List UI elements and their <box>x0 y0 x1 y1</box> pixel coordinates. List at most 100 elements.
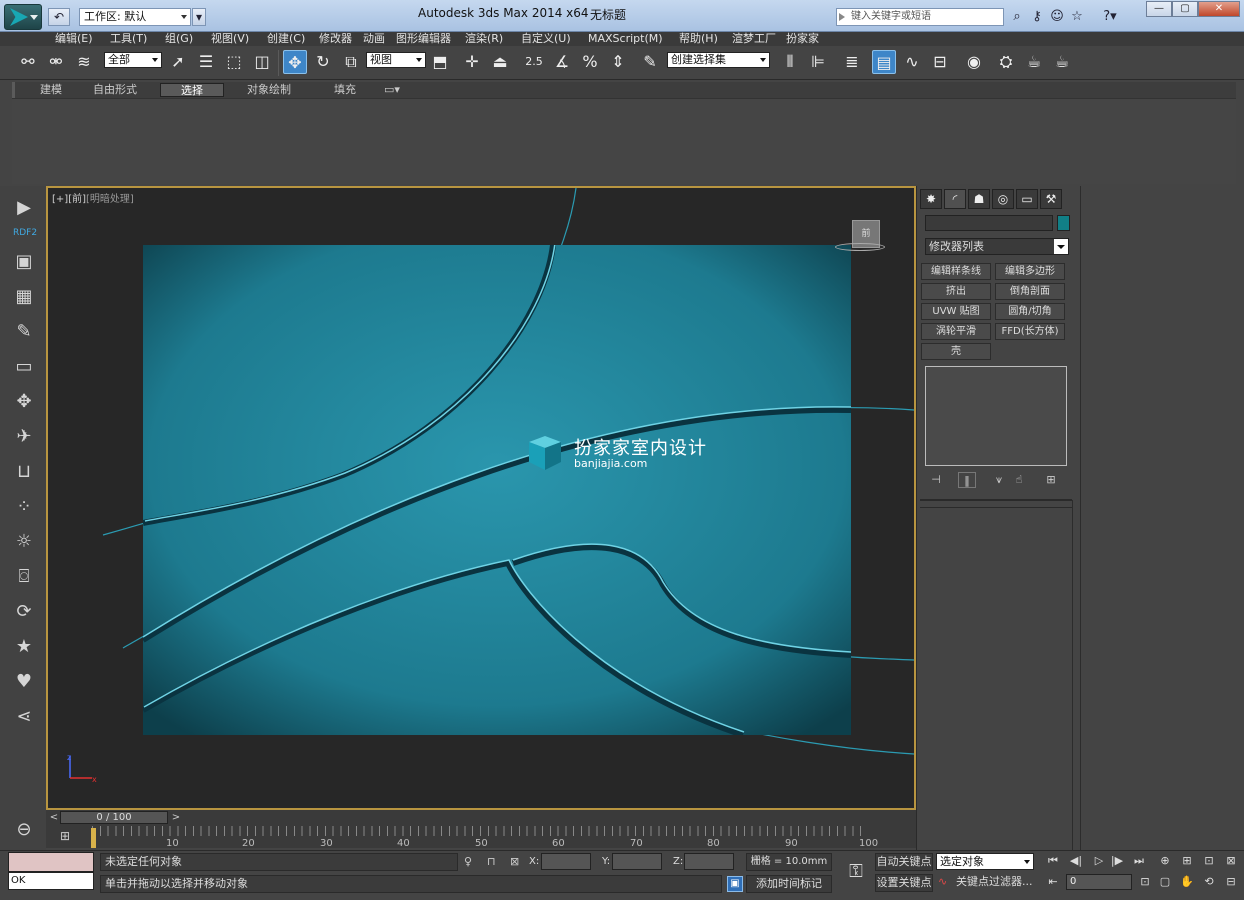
menu-animation[interactable]: 动画 <box>363 32 385 46</box>
turbosmooth-button[interactable]: 涡轮平滑 <box>921 323 991 340</box>
snap-toggle-icon[interactable]: 2.5 <box>522 50 546 74</box>
y-coordinate-field[interactable] <box>612 853 662 870</box>
rendered-frame-icon[interactable]: ☕ <box>1022 50 1046 74</box>
toggle-ribbon-icon[interactable]: ▤ <box>872 50 896 74</box>
plane-icon[interactable]: ✈ <box>12 425 36 449</box>
maximize-button[interactable]: ▢ <box>1172 1 1198 17</box>
select-by-name-icon[interactable]: ☰ <box>194 50 218 74</box>
zoom-extents-all-icon[interactable]: ⊠ <box>1222 853 1240 869</box>
time-tag-icon[interactable]: ▣ <box>727 876 743 892</box>
configure-sets-icon[interactable]: ⊞ <box>1042 472 1060 488</box>
back-icon[interactable]: ⊖ <box>12 818 36 842</box>
fillet-chamfer-button[interactable]: 圆角/切角 <box>995 303 1065 320</box>
curve-editor-icon[interactable]: ∿ <box>900 50 924 74</box>
undo-button[interactable]: ↶ <box>48 8 70 26</box>
zoom-all-icon[interactable]: ⊞ <box>1178 853 1196 869</box>
next-frame-icon[interactable]: |▶ <box>1108 853 1126 869</box>
menu-tools[interactable]: 工具(T) <box>110 32 147 46</box>
key-selection-dropdown[interactable]: 选定对象 <box>936 853 1034 870</box>
maxscript-listener-input[interactable] <box>8 852 94 872</box>
menu-rendering[interactable]: 渲染(R) <box>465 32 503 46</box>
prev-frame-icon[interactable]: ◀| <box>1067 853 1085 869</box>
display-tab-icon[interactable]: ▭ <box>1016 189 1038 209</box>
share-icon[interactable]: ⋖ <box>12 705 36 729</box>
image-icon[interactable]: ▣ <box>12 250 36 274</box>
star-icon[interactable]: ☆ <box>1068 9 1086 25</box>
goto-end-icon[interactable]: ⏭ <box>1130 853 1148 869</box>
menu-maxscript[interactable]: MAXScript(M) <box>588 32 663 46</box>
create-tab-icon[interactable]: ✸ <box>920 189 942 209</box>
render-production-icon[interactable]: ☕ <box>1050 50 1074 74</box>
uvw-map-button[interactable]: UVW 贴图 <box>921 303 991 320</box>
menu-group[interactable]: 组(G) <box>165 32 193 46</box>
select-and-rotate-icon[interactable]: ↻ <box>311 50 335 74</box>
set-key-button[interactable]: 设置关键点 <box>875 874 933 892</box>
maxscript-listener-output[interactable]: OK <box>8 872 94 890</box>
refresh-icon[interactable]: ⟳ <box>12 600 36 624</box>
tab-modeling[interactable]: 建模 <box>22 83 80 97</box>
maximize-viewport-icon[interactable]: ⊟ <box>1222 874 1240 890</box>
menu-graph-editors[interactable]: 图形编辑器 <box>396 32 451 46</box>
spinner-snap-icon[interactable]: ⇕ <box>606 50 630 74</box>
absolute-mode-icon[interactable]: ⊠ <box>510 855 524 869</box>
bevel-profile-button[interactable]: 倒角剖面 <box>995 283 1065 300</box>
make-unique-icon[interactable]: ⩛ <box>990 472 1008 488</box>
pan-view-icon[interactable]: ✋ <box>1178 874 1196 890</box>
edit-spline-button[interactable]: 编辑样条线 <box>921 263 991 280</box>
menu-views[interactable]: 视图(V) <box>211 32 249 46</box>
move-icon[interactable]: ✥ <box>12 390 36 414</box>
utilities-tab-icon[interactable]: ⚒ <box>1040 189 1062 209</box>
current-frame-field[interactable]: 0 <box>1066 874 1132 890</box>
percent-snap-icon[interactable]: % <box>578 50 602 74</box>
workspace-dropdown[interactable]: 工作区: 默认 <box>79 8 191 26</box>
extrude-button[interactable]: 挤出 <box>921 283 991 300</box>
key-filters-button[interactable]: ∿ 关键点过滤器... <box>936 874 1036 892</box>
pivot-center-icon[interactable]: ⬒ <box>428 50 452 74</box>
motion-tab-icon[interactable]: ◎ <box>992 189 1014 209</box>
select-and-scale-icon[interactable]: ⧉ <box>339 50 363 74</box>
layer-manager-icon[interactable]: ≣ <box>840 50 864 74</box>
play-icon[interactable]: ▷ <box>1090 853 1108 869</box>
ribbon-options-icon[interactable]: ▭▾ <box>380 83 404 97</box>
edit-named-selection-icon[interactable]: ✎ <box>638 50 662 74</box>
application-menu-button[interactable] <box>4 4 42 30</box>
menu-render-factory[interactable]: 渲梦工厂 <box>732 32 776 46</box>
modify-tab-icon[interactable]: ◜ <box>944 189 966 209</box>
zoom-extents-icon[interactable]: ⊡ <box>1200 853 1218 869</box>
selection-filter-dropdown[interactable]: 全部 <box>104 52 162 68</box>
pin-stack-icon[interactable]: ⊣ <box>927 472 945 488</box>
shell-button[interactable]: 壳 <box>921 343 991 360</box>
window-crossing-icon[interactable]: ◫ <box>250 50 274 74</box>
zoom-icon[interactable]: ⊕ <box>1156 853 1174 869</box>
heart-icon[interactable]: ♥ <box>12 670 36 694</box>
help-icon[interactable]: ?▾ <box>1098 9 1122 25</box>
bind-spacewarp-icon[interactable]: ≋ <box>72 50 96 74</box>
time-prev-button[interactable]: < <box>48 811 60 824</box>
menu-customize[interactable]: 自定义(U) <box>521 32 571 46</box>
add-time-tag-button[interactable]: 添加时间标记 <box>746 875 832 893</box>
time-slider-thumb[interactable]: 0 / 100 <box>60 811 168 824</box>
link-icon[interactable]: ⚯ <box>16 50 40 74</box>
rect-selection-icon[interactable]: ⬚ <box>222 50 246 74</box>
mini-curve-editor-icon[interactable]: ⊞ <box>56 829 74 845</box>
reference-coordinate-dropdown[interactable]: 视图 <box>366 52 426 68</box>
select-object-icon[interactable]: ➚ <box>166 50 190 74</box>
keyboard-shortcut-icon[interactable]: ⏏ <box>488 50 512 74</box>
viewcube-ring[interactable] <box>835 243 885 251</box>
auto-key-button[interactable]: 自动关键点 <box>875 853 933 871</box>
sun-icon[interactable]: ☼ <box>12 530 36 554</box>
wall-panel-model[interactable] <box>141 242 852 738</box>
monitor-icon[interactable]: ▭ <box>12 355 36 379</box>
grid-icon[interactable]: ▦ <box>12 285 36 309</box>
inbox-icon[interactable]: ⊔ <box>12 460 36 484</box>
object-color-swatch[interactable] <box>1057 215 1070 231</box>
menu-help[interactable]: 帮助(H) <box>679 32 718 46</box>
search-input[interactable]: 键入关键字或短语 <box>836 8 1004 26</box>
show-end-result-icon[interactable]: ‖ <box>958 472 976 488</box>
lock-icon[interactable]: ⊓ <box>487 855 501 869</box>
select-and-move-icon[interactable]: ✥ <box>283 50 307 74</box>
menu-banjiajia[interactable]: 扮家家 <box>786 32 819 46</box>
modifier-list-dropdown[interactable]: 修改器列表 <box>925 238 1069 255</box>
orbit-icon[interactable]: ⟲ <box>1200 874 1218 890</box>
edit-icon[interactable]: ✎ <box>12 320 36 344</box>
